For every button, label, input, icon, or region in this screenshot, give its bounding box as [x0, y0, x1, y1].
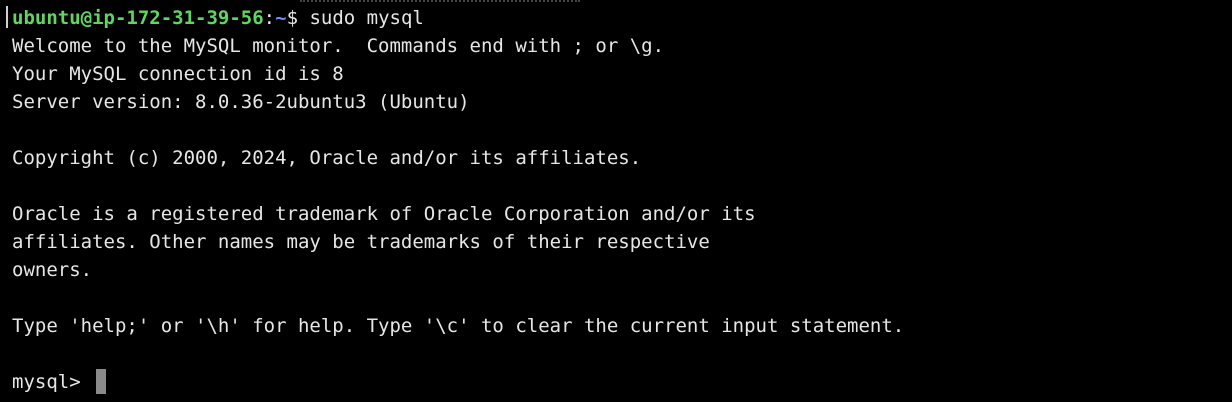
- prompt-path: ~: [275, 7, 287, 29]
- prompt-user-host: ubuntu@ip-172-31-39-56: [12, 7, 264, 29]
- output-line: Copyright (c) 2000, 2024, Oracle and/or …: [12, 147, 642, 169]
- output-line: Type 'help;' or '\h' for help. Type '\c'…: [12, 315, 905, 337]
- output-line: Your MySQL connection id is 8: [12, 63, 344, 85]
- cursor-block[interactable]: [96, 369, 107, 394]
- mysql-prompt-line[interactable]: mysql>: [12, 368, 1232, 396]
- shell-command: sudo mysql: [309, 7, 424, 29]
- mysql-prompt: mysql>: [12, 371, 93, 393]
- output-line: Welcome to the MySQL monitor. Commands e…: [12, 35, 665, 57]
- output-blank-line: [12, 172, 1232, 200]
- output-line: Oracle is a registered trademark of Orac…: [12, 203, 756, 225]
- prompt-bracket-mark: [6, 6, 8, 28]
- scrolled-off-text-fragment: [0, 0, 1232, 3]
- output-blank-line: [12, 340, 1232, 368]
- output-blank-line: [12, 116, 1232, 144]
- output-line: affiliates. Other names may be trademark…: [12, 231, 710, 253]
- output-line: owners.: [12, 259, 93, 281]
- output-line: Server version: 8.0.36-2ubuntu3 (Ubuntu): [12, 91, 470, 113]
- prompt-symbol: $: [286, 7, 310, 29]
- output-blank-line: [12, 284, 1232, 312]
- shell-prompt-line: ubuntu@ip-172-31-39-56:~$ sudo mysql: [6, 4, 1232, 32]
- prompt-separator: :: [263, 7, 276, 29]
- terminal-window[interactable]: ubuntu@ip-172-31-39-56:~$ sudo mysql Wel…: [0, 0, 1232, 402]
